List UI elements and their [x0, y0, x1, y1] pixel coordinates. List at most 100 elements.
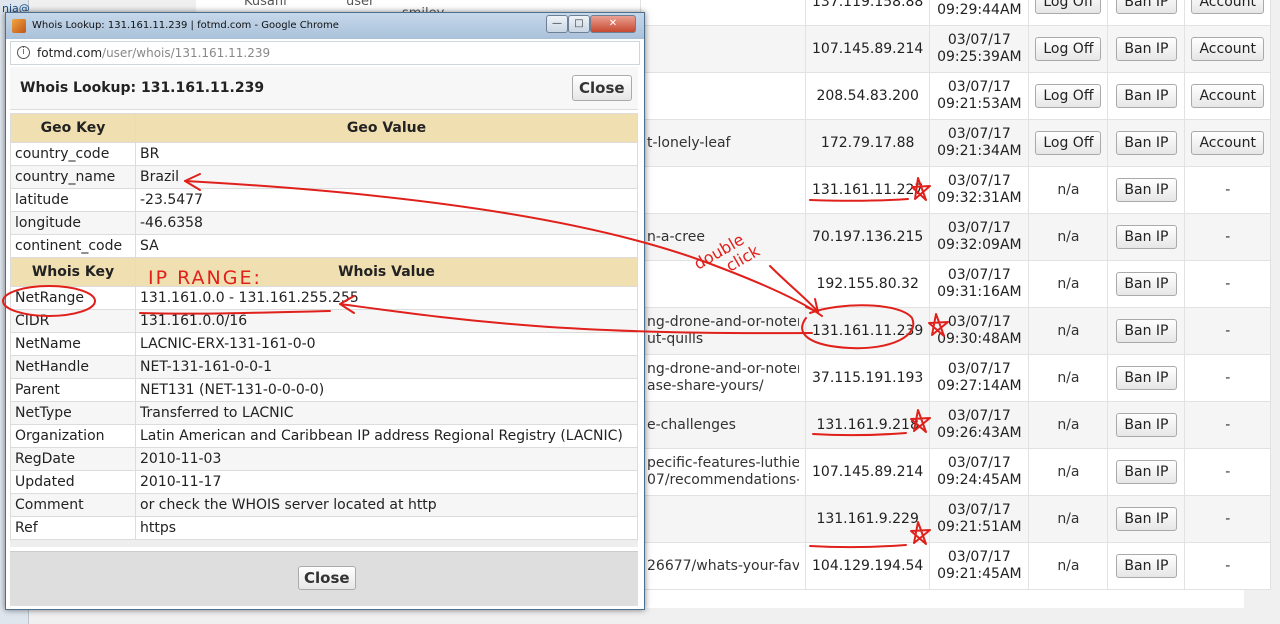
session-time: 09:29:44AM [937, 2, 1022, 18]
ip-address-link[interactable]: 172.79.17.88 [821, 135, 915, 151]
session-action-cell: n/a [1028, 542, 1109, 590]
session-action-cell: n/a [1028, 354, 1109, 402]
maximize-window-button[interactable]: □ [568, 15, 590, 33]
ban-ip-button[interactable]: Ban IP [1116, 84, 1177, 108]
session-timestamp-cell: 03/07/1709:29:44AM [929, 0, 1030, 26]
ban-ip-button[interactable]: Ban IP [1116, 460, 1177, 484]
window-titlebar[interactable]: Whois Lookup: 131.161.11.239 | fotmd.com… [6, 13, 644, 39]
ip-address-link[interactable]: 208.54.83.200 [816, 88, 918, 104]
close-button-bottom[interactable]: Close [298, 566, 356, 590]
ban-ip-button[interactable]: Ban IP [1116, 225, 1177, 249]
minimize-window-button[interactable]: — [546, 15, 568, 33]
account-dash-text: - [1225, 464, 1231, 480]
account-button[interactable]: Account [1191, 0, 1264, 14]
whois-key-cell: Organization [10, 424, 136, 448]
action-na-text: n/a [1057, 558, 1080, 574]
ip-address-link[interactable]: 107.145.89.214 [812, 41, 923, 57]
url-host: fotmd.com [37, 46, 103, 60]
session-ban-cell: Ban IP [1107, 119, 1186, 167]
ip-address-link[interactable]: 104.129.194.54 [812, 558, 923, 574]
whois-key-cell: longitude [10, 211, 136, 235]
whois-value-cell: SA [135, 234, 638, 258]
log-off-button[interactable]: Log Off [1035, 131, 1102, 155]
close-window-button[interactable]: ✕ [590, 15, 636, 33]
session-url-cell: e-challenges [640, 401, 806, 449]
session-ip-cell: 70.197.136.215 [804, 213, 931, 261]
ban-ip-button[interactable]: Ban IP [1116, 319, 1177, 343]
ip-address-link[interactable]: 137.119.158.88 [812, 0, 923, 10]
ban-ip-button[interactable]: Ban IP [1116, 554, 1177, 578]
table-row: 208.54.83.200 03/07/17 09:21:53AM Log Off Ba… [640, 72, 1271, 120]
account-button[interactable]: Account [1191, 131, 1264, 155]
key-column-header: Geo Key [10, 113, 136, 143]
ip-address-link[interactable]: 192.155.80.32 [816, 276, 918, 292]
ban-ip-button[interactable]: Ban IP [1116, 178, 1177, 202]
session-ban-cell: Ban IP [1107, 72, 1186, 120]
ban-ip-button[interactable]: Ban IP [1116, 272, 1177, 296]
ip-address-link[interactable]: 37.115.191.193 [812, 370, 923, 386]
session-ip-cell: 131.161.11.227 [804, 166, 931, 214]
whois-value-cell: 2010-11-03 [135, 447, 638, 471]
whois-key-cell: CIDR [10, 309, 136, 333]
close-button-top[interactable]: Close [572, 75, 632, 101]
session-time: 09:25:39AM [937, 49, 1022, 65]
whois-key-cell: country_code [10, 142, 136, 166]
ban-ip-button[interactable]: Ban IP [1116, 366, 1177, 390]
account-dash-text: - [1225, 370, 1231, 386]
value-column-header: Geo Value [135, 113, 638, 143]
session-time: 09:24:45AM [937, 472, 1022, 488]
ip-address-link[interactable]: 131.161.9.229 [816, 511, 918, 527]
ip-address-link[interactable]: 131.161.9.218 [816, 417, 918, 433]
ban-ip-button[interactable]: Ban IP [1116, 37, 1177, 61]
session-ban-cell: Ban IP [1107, 448, 1186, 496]
table-row: Parent NET131 (NET-131-0-0-0-0) [10, 378, 638, 402]
account-button[interactable]: Account [1191, 37, 1264, 61]
session-url-line: e-challenges [647, 416, 736, 433]
session-ban-cell: Ban IP [1107, 0, 1186, 26]
whois-key-cell: Comment [10, 493, 136, 517]
value-column-header: Whois Value [135, 257, 638, 287]
session-ban-cell: Ban IP [1107, 495, 1186, 543]
address-bar[interactable]: i fotmd.com/user/whois/131.161.11.239 [10, 41, 640, 65]
session-url-line: n-a-cree [647, 228, 705, 245]
session-date: 03/07/17 [947, 32, 1011, 48]
ban-ip-button[interactable]: Ban IP [1116, 413, 1177, 437]
table-row: longitude -46.6358 [10, 211, 638, 235]
session-action-cell: Log Off [1028, 72, 1109, 120]
log-off-button[interactable]: Log Off [1035, 37, 1102, 61]
action-na-text: n/a [1057, 511, 1080, 527]
session-url-line: ng-drone-and-or-noter- [647, 314, 799, 330]
whois-value-cell: 2010-11-17 [135, 470, 638, 494]
account-button[interactable]: Account [1191, 84, 1264, 108]
table-row: Organization Latin American and Caribbean… [10, 424, 638, 448]
action-na-text: n/a [1057, 370, 1080, 386]
log-off-button[interactable]: Log Off [1035, 84, 1102, 108]
session-url-cell [640, 72, 806, 120]
session-date: 03/07/17 [947, 455, 1011, 471]
session-date: 03/07/17 [947, 361, 1011, 377]
whois-table: Geo Key Geo Value country_code BR country_na… [10, 113, 638, 540]
ip-address-link[interactable]: 70.197.136.215 [812, 229, 923, 245]
session-url-line: t-lonely-leaf [647, 134, 731, 151]
ban-ip-button[interactable]: Ban IP [1116, 0, 1177, 14]
session-url-line: ut-quills [647, 331, 704, 347]
session-ban-cell: Ban IP [1107, 166, 1186, 214]
session-timestamp-cell: 03/07/17 09:21:45AM [929, 542, 1030, 590]
table-row: NetHandle NET-131-161-0-0-1 [10, 355, 638, 379]
ban-ip-button[interactable]: Ban IP [1116, 131, 1177, 155]
session-time: 09:21:45AM [937, 566, 1022, 582]
session-ban-cell: Ban IP [1107, 401, 1186, 449]
info-icon[interactable]: i [17, 46, 30, 59]
log-off-button[interactable]: Log Off [1035, 0, 1102, 14]
ip-address-link[interactable]: 131.161.11.239 [812, 323, 923, 339]
session-url-cell: ng-drone-and-or-noter-ut-quills [640, 307, 806, 355]
session-ban-cell: Ban IP [1107, 260, 1186, 308]
table-row: ng-drone-and-or-noter-ase-share-yours/37… [640, 354, 1271, 402]
session-url-cell [640, 495, 806, 543]
ip-address-link[interactable]: 107.145.89.214 [812, 464, 923, 480]
whois-value-cell: Latin American and Caribbean IP address … [135, 424, 638, 448]
whois-key-cell: NetName [10, 332, 136, 356]
table-row: continent_code SA [10, 234, 638, 258]
ip-address-link[interactable]: 131.161.11.227 [812, 182, 923, 198]
ban-ip-button[interactable]: Ban IP [1116, 507, 1177, 531]
